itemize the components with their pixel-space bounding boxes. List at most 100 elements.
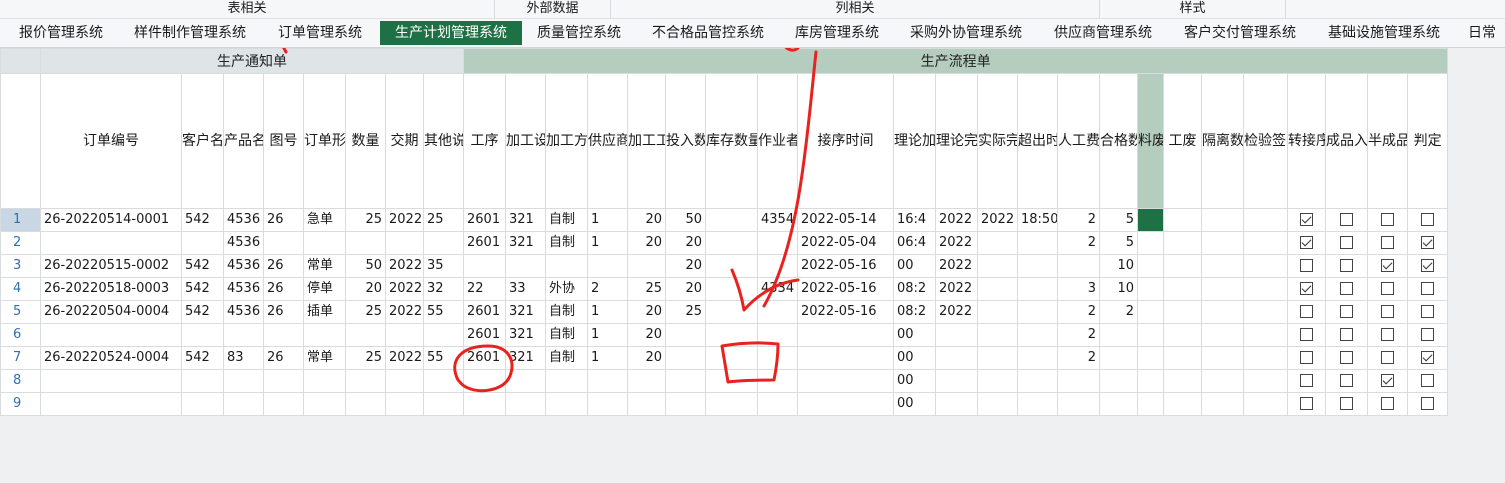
table-cell[interactable] <box>977 369 1018 393</box>
checkbox-unchecked[interactable] <box>1300 374 1313 387</box>
table-cell[interactable] <box>705 208 758 232</box>
table-cell[interactable]: 2022 <box>935 208 978 232</box>
table-cell[interactable] <box>345 369 386 393</box>
checkbox-cell[interactable] <box>1367 208 1408 232</box>
row-number[interactable]: 5 <box>0 300 41 324</box>
table-cell[interactable]: 2022 <box>977 208 1018 232</box>
checkbox-cell[interactable] <box>1325 300 1368 324</box>
checkbox-cell[interactable] <box>1325 277 1368 301</box>
table-cell[interactable] <box>935 346 978 370</box>
table-cell[interactable] <box>423 369 464 393</box>
table-cell[interactable]: 1 <box>587 208 628 232</box>
table-cell[interactable]: 08:2 <box>893 277 936 301</box>
table-cell[interactable] <box>545 392 588 416</box>
checkbox-unchecked[interactable] <box>1340 397 1353 410</box>
table-cell[interactable] <box>757 392 798 416</box>
checkbox-cell[interactable] <box>1406 254 1449 278</box>
table-cell[interactable] <box>1163 254 1202 278</box>
tab-supplier-system[interactable]: 供应商管理系统 <box>1042 21 1164 45</box>
table-cell[interactable]: 08:2 <box>893 300 936 324</box>
table-cell[interactable]: 20 <box>345 277 386 301</box>
column-header[interactable]: 半成品入库 <box>1367 73 1408 209</box>
table-cell[interactable]: 常单 <box>303 346 346 370</box>
table-cell[interactable] <box>40 231 182 255</box>
table-row[interactable]: 4 26-20220518-0003 542 4536 26 停单 20 2022 32 22 33… <box>0 277 1449 301</box>
table-cell[interactable] <box>797 346 894 370</box>
table-cell[interactable]: 55 <box>423 346 464 370</box>
table-cell[interactable] <box>797 323 894 347</box>
column-header[interactable]: 加工设备 <box>505 73 546 209</box>
table-cell[interactable]: 25 <box>345 300 386 324</box>
table-cell[interactable] <box>345 392 386 416</box>
table-cell[interactable]: 2022 <box>385 208 424 232</box>
table-cell[interactable] <box>181 231 224 255</box>
tab-nonconforming-system[interactable]: 不合格品管控系统 <box>640 21 776 45</box>
checkbox-unchecked[interactable] <box>1381 305 1394 318</box>
table-cell[interactable] <box>1017 346 1058 370</box>
checkbox-cell[interactable] <box>1287 392 1326 416</box>
table-cell[interactable]: 00 <box>893 346 936 370</box>
table-cell[interactable]: 321 <box>505 231 546 255</box>
table-cell[interactable] <box>1017 323 1058 347</box>
table-cell[interactable]: 2601 <box>463 323 506 347</box>
table-cell[interactable]: 2022 <box>385 254 424 278</box>
table-cell[interactable] <box>977 323 1018 347</box>
table-cell[interactable] <box>1201 300 1244 324</box>
table-cell[interactable] <box>757 346 798 370</box>
checkbox-cell[interactable] <box>1325 231 1368 255</box>
column-header[interactable]: 理论完成时间 <box>935 73 978 209</box>
table-cell[interactable]: 4536 <box>223 277 264 301</box>
checkbox-cell[interactable] <box>1406 277 1449 301</box>
table-cell[interactable] <box>1201 254 1244 278</box>
table-cell[interactable] <box>1137 300 1164 324</box>
table-cell[interactable] <box>1017 277 1058 301</box>
checkbox-unchecked[interactable] <box>1300 305 1313 318</box>
table-cell[interactable]: 10 <box>1099 254 1138 278</box>
table-cell[interactable]: 常单 <box>303 254 346 278</box>
table-cell[interactable] <box>1017 300 1058 324</box>
table-cell[interactable]: 外协 <box>545 277 588 301</box>
column-header[interactable]: 料废 <box>1137 73 1164 209</box>
table-cell[interactable] <box>1243 346 1288 370</box>
checkbox-unchecked[interactable] <box>1340 374 1353 387</box>
table-cell[interactable] <box>1137 323 1164 347</box>
table-cell[interactable]: 25 <box>627 277 666 301</box>
table-cell[interactable]: 542 <box>181 300 224 324</box>
checkbox-cell[interactable] <box>1406 392 1449 416</box>
table-cell[interactable] <box>935 392 978 416</box>
table-cell[interactable] <box>545 369 588 393</box>
column-header[interactable]: 转接序发送 <box>1287 73 1326 209</box>
table-row[interactable]: 8 00 <box>0 369 1449 393</box>
table-cell[interactable]: 321 <box>505 323 546 347</box>
table-cell[interactable]: 4334 <box>757 277 798 301</box>
table-cell[interactable] <box>1017 231 1058 255</box>
checkbox-unchecked[interactable] <box>1421 328 1435 341</box>
column-header[interactable]: 数量 <box>345 73 386 209</box>
table-cell[interactable] <box>1057 369 1100 393</box>
table-cell[interactable]: 2022 <box>935 231 978 255</box>
checkbox-unchecked[interactable] <box>1421 282 1435 295</box>
table-cell[interactable] <box>1201 231 1244 255</box>
table-cell[interactable] <box>705 231 758 255</box>
checkbox-cell[interactable] <box>1287 254 1326 278</box>
table-cell[interactable]: 26 <box>263 277 304 301</box>
column-header[interactable]: 投入数 <box>665 73 706 209</box>
table-cell[interactable] <box>1243 392 1288 416</box>
table-cell[interactable]: 5 <box>1099 208 1138 232</box>
table-cell[interactable] <box>1099 392 1138 416</box>
table-cell[interactable]: 26-20220524-0004 <box>40 346 182 370</box>
table-cell[interactable] <box>385 323 424 347</box>
checkbox-cell[interactable] <box>1287 346 1326 370</box>
column-header[interactable]: 检验签名 <box>1243 73 1288 209</box>
checkbox-cell[interactable] <box>1406 208 1449 232</box>
row-number[interactable]: 7 <box>0 346 41 370</box>
table-cell[interactable] <box>181 392 224 416</box>
table-row[interactable]: 9 00 <box>0 392 1449 416</box>
table-cell[interactable] <box>627 392 666 416</box>
checkbox-unchecked[interactable] <box>1340 351 1353 364</box>
column-header[interactable]: 库存数量 <box>705 73 758 209</box>
column-header[interactable]: 产品名称 <box>223 73 264 209</box>
table-cell[interactable]: 自制 <box>545 346 588 370</box>
tab-infrastructure-system[interactable]: 基础设施管理系统 <box>1316 21 1452 45</box>
table-cell[interactable]: 2022 <box>935 300 978 324</box>
